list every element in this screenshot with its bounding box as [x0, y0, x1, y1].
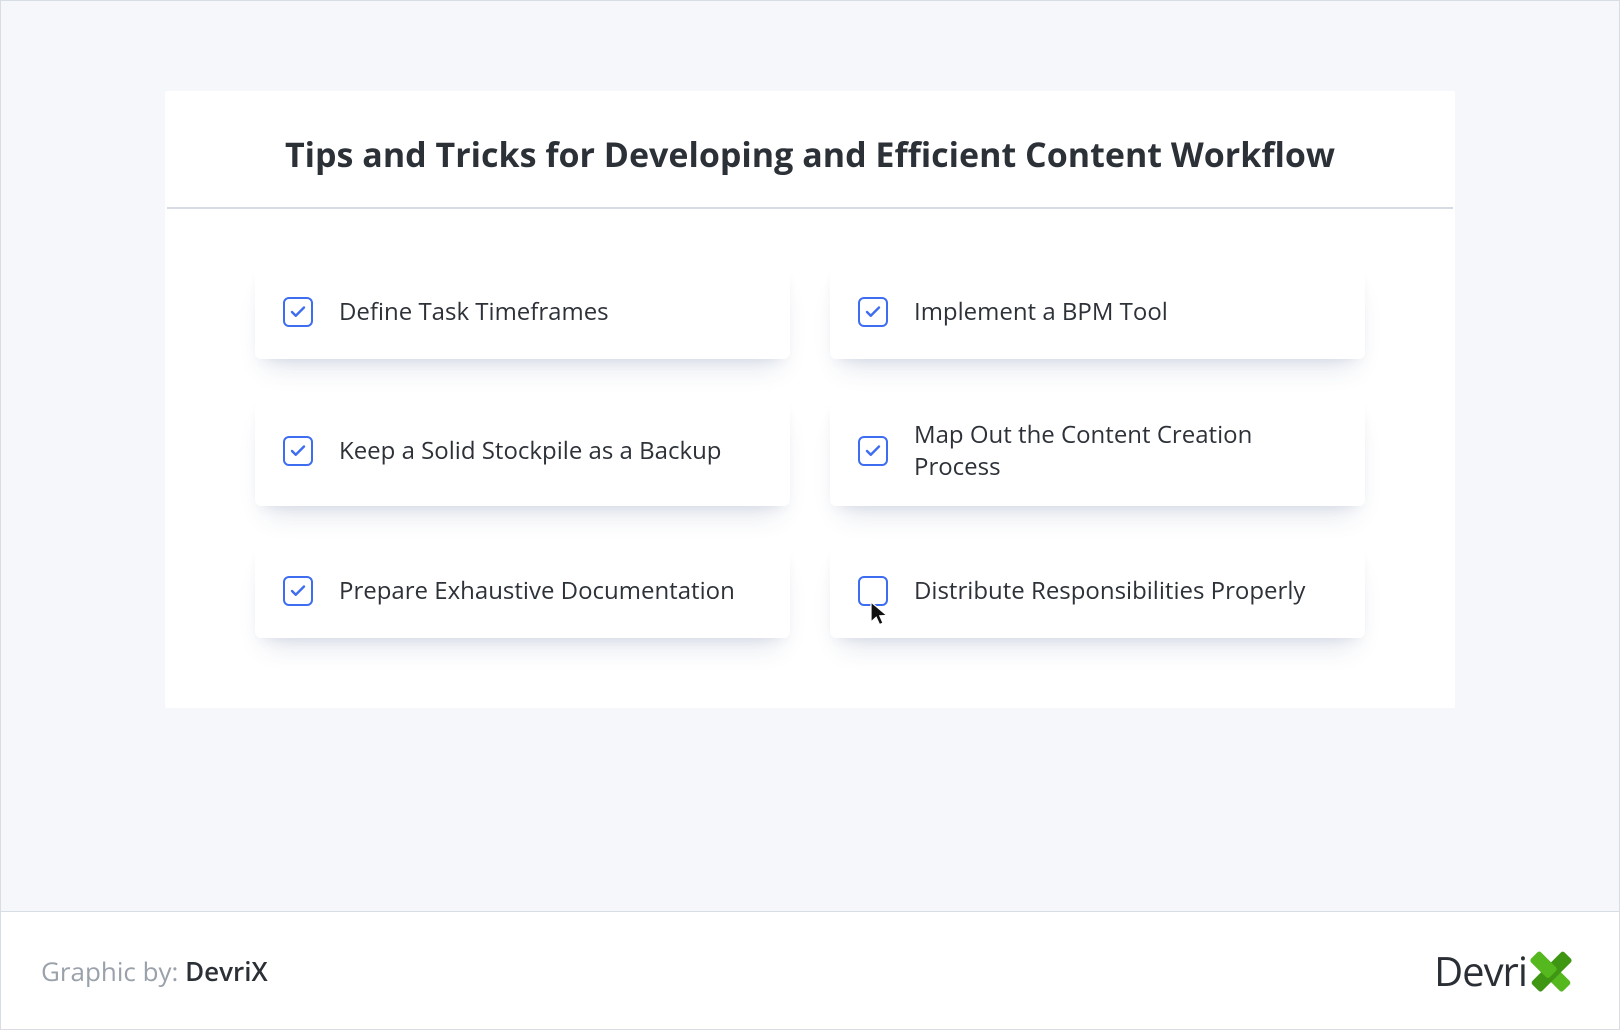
- check-icon: [864, 303, 882, 321]
- stage: Tips and Tricks for Developing and Effic…: [1, 1, 1619, 911]
- logo-text: Devri: [1434, 943, 1527, 998]
- checklist-grid: Define Task Timeframes Implement a BPM T…: [165, 209, 1455, 638]
- checkbox-icon[interactable]: [283, 436, 313, 466]
- list-item: Define Task Timeframes: [255, 265, 790, 359]
- list-item-label: Implement a BPM Tool: [914, 296, 1168, 328]
- credit-line: Graphic by: DevriX: [41, 953, 268, 989]
- list-item-label: Define Task Timeframes: [339, 296, 609, 328]
- check-icon: [289, 303, 307, 321]
- list-item: Distribute Responsibilities Properly: [830, 544, 1365, 638]
- list-item: Implement a BPM Tool: [830, 265, 1365, 359]
- list-item-label: Keep a Solid Stockpile as a Backup: [339, 435, 721, 467]
- list-item: Prepare Exhaustive Documentation: [255, 544, 790, 638]
- card: Tips and Tricks for Developing and Effic…: [165, 91, 1455, 708]
- check-icon: [864, 442, 882, 460]
- checkbox-icon[interactable]: [858, 297, 888, 327]
- list-item-label: Prepare Exhaustive Documentation: [339, 575, 735, 607]
- list-item-label: Distribute Responsibilities Properly: [914, 575, 1305, 607]
- logo-x-icon: [1523, 943, 1579, 999]
- list-item: Map Out the Content Creation Process: [830, 397, 1365, 506]
- card-title: Tips and Tricks for Developing and Effic…: [167, 91, 1453, 209]
- list-item: Keep a Solid Stockpile as a Backup: [255, 397, 790, 506]
- checkbox-icon[interactable]: [858, 576, 888, 606]
- credit-brand: DevriX: [185, 953, 268, 989]
- check-icon: [289, 442, 307, 460]
- checkbox-icon[interactable]: [283, 297, 313, 327]
- list-item-label: Map Out the Content Creation Process: [914, 419, 1337, 484]
- footer: Graphic by: DevriX Devri: [1, 911, 1619, 1029]
- checkbox-icon[interactable]: [858, 436, 888, 466]
- check-icon: [289, 582, 307, 600]
- devrix-logo: Devri: [1434, 943, 1579, 999]
- credit-prefix: Graphic by:: [41, 953, 185, 989]
- checkbox-icon[interactable]: [283, 576, 313, 606]
